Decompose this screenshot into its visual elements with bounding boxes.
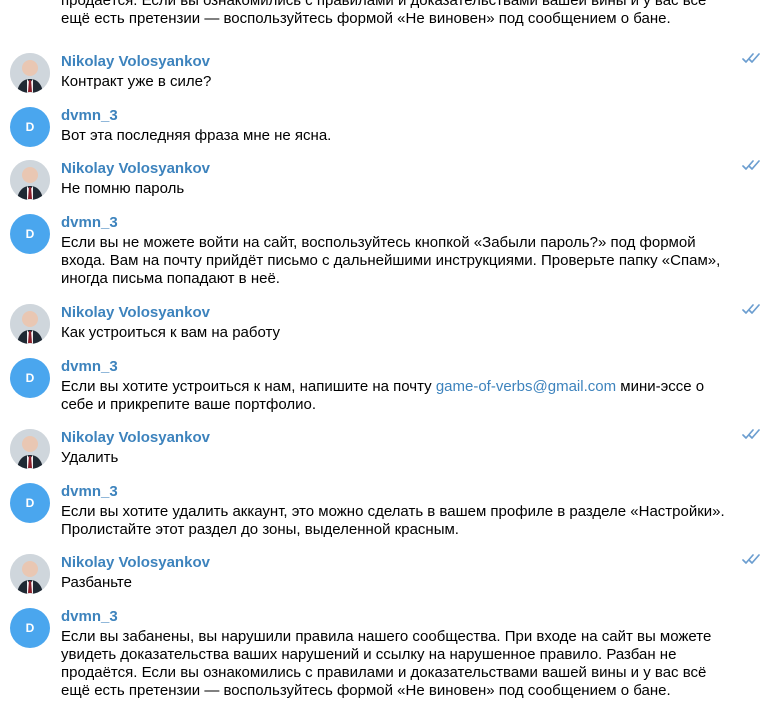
chat-message-list[interactable]: продаётся. Если вы ознакомились с правил… [0, 0, 764, 727]
message-text-line: продаётся. Если вы ознакомились с правил… [61, 664, 707, 681]
double-check-icon [742, 429, 760, 441]
message-text: Не помню пароль [61, 180, 741, 198]
message-dvmn-2[interactable]: D dvmn_3 Если вы не можете войти на сайт… [0, 214, 764, 290]
user-avatar-photo[interactable] [10, 554, 50, 594]
message-nikolay-3[interactable]: Nikolay Volosyankov Как устроиться к вам… [0, 304, 764, 354]
double-check-icon [742, 53, 760, 65]
message-continuation: продаётся. Если вы ознакомились с правил… [61, 0, 741, 28]
message-text-line: Разбаньте [61, 574, 132, 591]
message-text: Если вы хотите устроиться к нам, напишит… [61, 378, 741, 414]
message-text-line: ещё есть претензии — воспользуйтесь форм… [61, 10, 671, 27]
bot-avatar-letter[interactable]: D [10, 214, 50, 254]
sender-name[interactable]: dvmn_3 [61, 608, 118, 626]
message-text-line: Контракт уже в силе? [61, 73, 212, 90]
message-dvmn-4[interactable]: D dvmn_3 Если вы хотите удалить аккаунт,… [0, 483, 764, 541]
user-avatar-photo[interactable] [10, 304, 50, 344]
message-text-line: Вот эта последняя фраза мне не ясна. [61, 127, 332, 144]
message-text-line: Если вы забанены, вы нарушили правила на… [61, 628, 712, 645]
user-avatar-photo[interactable] [10, 53, 50, 93]
sender-name[interactable]: dvmn_3 [61, 483, 118, 501]
sender-name[interactable]: Nikolay Volosyankov [61, 304, 210, 322]
bot-avatar-letter[interactable]: D [10, 483, 50, 523]
message-text-line: Пролистайте этот раздел до зоны, выделен… [61, 521, 459, 538]
message-text-line: иногда письма попадают в неё. [61, 270, 280, 287]
message-text: Как устроиться к вам на работу [61, 324, 741, 342]
bot-avatar-letter[interactable]: D [10, 358, 50, 398]
message-text-fragment: Если вы хотите устроиться к нам, напишит… [61, 378, 436, 395]
sender-name[interactable]: Nikolay Volosyankov [61, 429, 210, 447]
sender-name[interactable]: dvmn_3 [61, 107, 118, 125]
user-avatar-photo[interactable] [10, 429, 50, 469]
user-avatar-photo[interactable] [10, 160, 50, 200]
message-nikolay-5[interactable]: Nikolay Volosyankov Разбаньте [0, 554, 764, 604]
bot-avatar-letter[interactable]: D [10, 608, 50, 648]
message-dvmn-1[interactable]: D dvmn_3 Вот эта последняя фраза мне не … [0, 107, 764, 157]
double-check-icon [742, 160, 760, 172]
message-text-fragment: мини-эссе о [616, 378, 705, 395]
message-nikolay-2[interactable]: Nikolay Volosyankov Не помню пароль [0, 160, 764, 210]
message-text: Контракт уже в силе? [61, 73, 741, 91]
message-text-line: Удалить [61, 449, 119, 466]
sender-name[interactable]: dvmn_3 [61, 214, 118, 232]
message-text-line: Если вы не можете войти на сайт, восполь… [61, 234, 696, 251]
double-check-icon [742, 554, 760, 566]
message-text: Удалить [61, 449, 741, 467]
sender-name[interactable]: Nikolay Volosyankov [61, 160, 210, 178]
double-check-icon [742, 304, 760, 316]
message-text-line: Если вы хотите удалить аккаунт, это можн… [61, 503, 725, 520]
bot-avatar-letter[interactable]: D [10, 107, 50, 147]
message-text-line: Не помню пароль [61, 180, 185, 197]
message-text: Если вы не можете войти на сайт, восполь… [61, 234, 741, 288]
message-text-line: увидеть доказательства ваших нарушений и… [61, 646, 677, 663]
message-dvmn-3[interactable]: D dvmn_3 Если вы хотите устроиться к нам… [0, 358, 764, 416]
message-text: Разбаньте [61, 574, 741, 592]
sender-name[interactable]: Nikolay Volosyankov [61, 554, 210, 572]
message-text-line: себе и прикрепите ваше портфолио. [61, 396, 316, 413]
message-text-line: Если вы хотите устроиться к нам, напишит… [61, 378, 741, 396]
sender-name[interactable]: Nikolay Volosyankov [61, 53, 210, 71]
sender-name[interactable]: dvmn_3 [61, 358, 118, 376]
message-text-line: входа. Вам на почту прийдёт письмо с дал… [61, 252, 721, 269]
message-text-line: ещё есть претензии — воспользуйтесь форм… [61, 682, 671, 699]
message-text: Вот эта последняя фраза мне не ясна. [61, 127, 741, 145]
message-text-line: Как устроиться к вам на работу [61, 324, 281, 341]
message-dvmn-5[interactable]: D dvmn_3 Если вы забанены, вы нарушили п… [0, 608, 764, 702]
message-text: Если вы забанены, вы нарушили правила на… [61, 628, 741, 700]
message-nikolay-4[interactable]: Nikolay Volosyankov Удалить [0, 429, 764, 479]
message-text: Если вы хотите удалить аккаунт, это можн… [61, 503, 741, 539]
message-nikolay-1[interactable]: Nikolay Volosyankov Контракт уже в силе? [0, 53, 764, 103]
email-link[interactable]: game-of-verbs@gmail.com [436, 378, 616, 395]
message-text-line: продаётся. Если вы ознакомились с правил… [61, 0, 707, 9]
